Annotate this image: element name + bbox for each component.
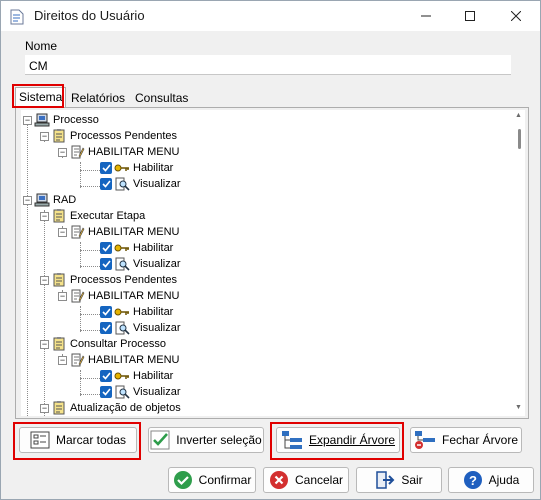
tab-highlight-box xyxy=(12,84,64,108)
magnifier-document-icon xyxy=(115,385,130,399)
maximize-icon xyxy=(465,11,475,21)
computer-icon xyxy=(34,193,50,207)
document-icon xyxy=(10,9,24,25)
fechar-arvore-button[interactable]: Fechar Árvore xyxy=(410,427,522,453)
tree-node-habilitar[interactable]: Habilitar xyxy=(100,304,173,320)
tab-consultas-gerais[interactable]: Consultas Gerais xyxy=(132,90,191,119)
collapse-icon[interactable]: − xyxy=(58,147,67,157)
close-icon xyxy=(511,11,521,21)
clipboard-icon xyxy=(53,401,65,415)
tree-node-habilitar[interactable]: Habilitar xyxy=(100,160,173,176)
permissions-tree: − Processo − Processos Pendentes − HABIL… xyxy=(21,110,513,416)
user-rights-dialog: Direitos do Usuário Nome CM Sistema Rela… xyxy=(0,0,541,500)
edit-document-icon xyxy=(71,145,85,159)
scroll-up-icon[interactable]: ▲ xyxy=(515,112,522,119)
scroll-down-icon[interactable]: ▼ xyxy=(515,404,522,411)
collapse-icon[interactable]: − xyxy=(23,115,32,125)
exit-door-icon xyxy=(376,471,395,489)
tree-node-executar-etapa[interactable]: − Executar Etapa xyxy=(40,208,145,224)
tree-node-processos-pendentes[interactable]: − Processos Pendentes xyxy=(40,272,177,288)
green-check-icon xyxy=(150,430,170,450)
tree-node-visualizar[interactable]: Visualizar xyxy=(100,320,181,336)
tree-node-visualizar[interactable]: Visualizar xyxy=(100,176,181,192)
key-icon xyxy=(114,164,129,172)
nome-label: Nome xyxy=(25,39,58,53)
close-button[interactable] xyxy=(494,1,538,31)
cancelar-button[interactable]: Cancelar xyxy=(263,467,349,493)
confirmar-button[interactable]: Confirmar xyxy=(168,467,256,493)
magnifier-document-icon xyxy=(115,257,130,271)
edit-document-icon xyxy=(71,225,85,239)
tree-node-habilitar-menu[interactable]: − HABILITAR MENU xyxy=(58,144,179,160)
clipboard-icon xyxy=(53,129,65,143)
key-icon xyxy=(114,244,129,252)
checkbox-checked-icon[interactable] xyxy=(100,306,112,318)
svg-text:?: ? xyxy=(469,473,477,488)
computer-icon xyxy=(34,113,50,127)
help-question-icon: ? xyxy=(463,471,482,489)
maximize-button[interactable] xyxy=(448,1,492,31)
cancel-x-icon xyxy=(269,471,288,489)
collapse-tree-icon xyxy=(414,431,435,449)
sair-button[interactable]: Sair xyxy=(356,467,442,493)
checkbox-checked-icon[interactable] xyxy=(100,178,112,190)
minimize-button[interactable] xyxy=(404,1,448,31)
edit-document-icon xyxy=(71,353,85,367)
tab-relatorios[interactable]: Relatórios xyxy=(68,90,128,108)
clipboard-icon xyxy=(53,337,65,351)
tree-node-habilitar[interactable]: Habilitar xyxy=(100,240,173,256)
window-title: Direitos do Usuário xyxy=(34,8,145,23)
collapse-icon[interactable]: − xyxy=(58,227,67,237)
tree-node-visualizar[interactable]: Visualizar xyxy=(100,384,181,400)
tree-node-habilitar-menu[interactable]: − HABILITAR MENU xyxy=(58,288,179,304)
minimize-icon xyxy=(421,15,431,17)
collapse-icon[interactable]: − xyxy=(40,275,49,285)
key-icon xyxy=(114,308,129,316)
inverter-selecao-button[interactable]: Inverter seleção xyxy=(148,427,264,453)
collapse-icon[interactable]: − xyxy=(58,291,67,301)
permissions-tree-panel: − Processo − Processos Pendentes − HABIL… xyxy=(15,107,529,419)
ajuda-button[interactable]: ? Ajuda xyxy=(448,467,534,493)
tree-scrollbar[interactable]: ▲ ▼ xyxy=(513,110,525,416)
tree-node-habilitar-menu[interactable]: − HABILITAR MENU xyxy=(58,224,179,240)
checkbox-checked-icon[interactable] xyxy=(100,386,112,398)
tree-node-atualizacao-objetos[interactable]: − Atualização de objetos xyxy=(40,400,181,416)
checkbox-checked-icon[interactable] xyxy=(100,370,112,382)
collapse-icon[interactable]: − xyxy=(40,211,49,221)
tree-node-visualizar[interactable]: Visualizar xyxy=(100,256,181,272)
tree-node-consultar-processo[interactable]: − Consultar Processo xyxy=(40,336,166,352)
checkbox-checked-icon[interactable] xyxy=(100,258,112,270)
key-icon xyxy=(114,372,129,380)
marcar-todas-highlight xyxy=(13,422,141,460)
checkbox-checked-icon[interactable] xyxy=(100,162,112,174)
collapse-icon[interactable]: − xyxy=(23,195,32,205)
nome-input[interactable]: CM xyxy=(25,55,511,75)
magnifier-document-icon xyxy=(115,321,130,335)
collapse-icon[interactable]: − xyxy=(40,339,49,349)
tree-node-rad[interactable]: − RAD xyxy=(23,192,76,208)
checkbox-checked-icon[interactable] xyxy=(100,242,112,254)
tree-node-habilitar[interactable]: Habilitar xyxy=(100,368,173,384)
expandir-arvore-highlight xyxy=(270,422,404,460)
collapse-icon[interactable]: − xyxy=(40,131,49,141)
collapse-icon[interactable]: − xyxy=(40,403,49,413)
collapse-icon[interactable]: − xyxy=(58,355,67,365)
tree-node-processo[interactable]: − Processo xyxy=(23,112,99,128)
edit-document-icon xyxy=(71,289,85,303)
tree-node-processos-pendentes[interactable]: − Processos Pendentes xyxy=(40,128,177,144)
checkbox-checked-icon[interactable] xyxy=(100,322,112,334)
clipboard-icon xyxy=(53,209,65,223)
scroll-thumb[interactable] xyxy=(518,129,521,149)
tree-node-habilitar-menu[interactable]: − HABILITAR MENU xyxy=(58,352,179,368)
title-bar: Direitos do Usuário xyxy=(1,1,540,31)
confirm-check-icon xyxy=(173,471,192,489)
magnifier-document-icon xyxy=(115,177,130,191)
clipboard-icon xyxy=(53,273,65,287)
